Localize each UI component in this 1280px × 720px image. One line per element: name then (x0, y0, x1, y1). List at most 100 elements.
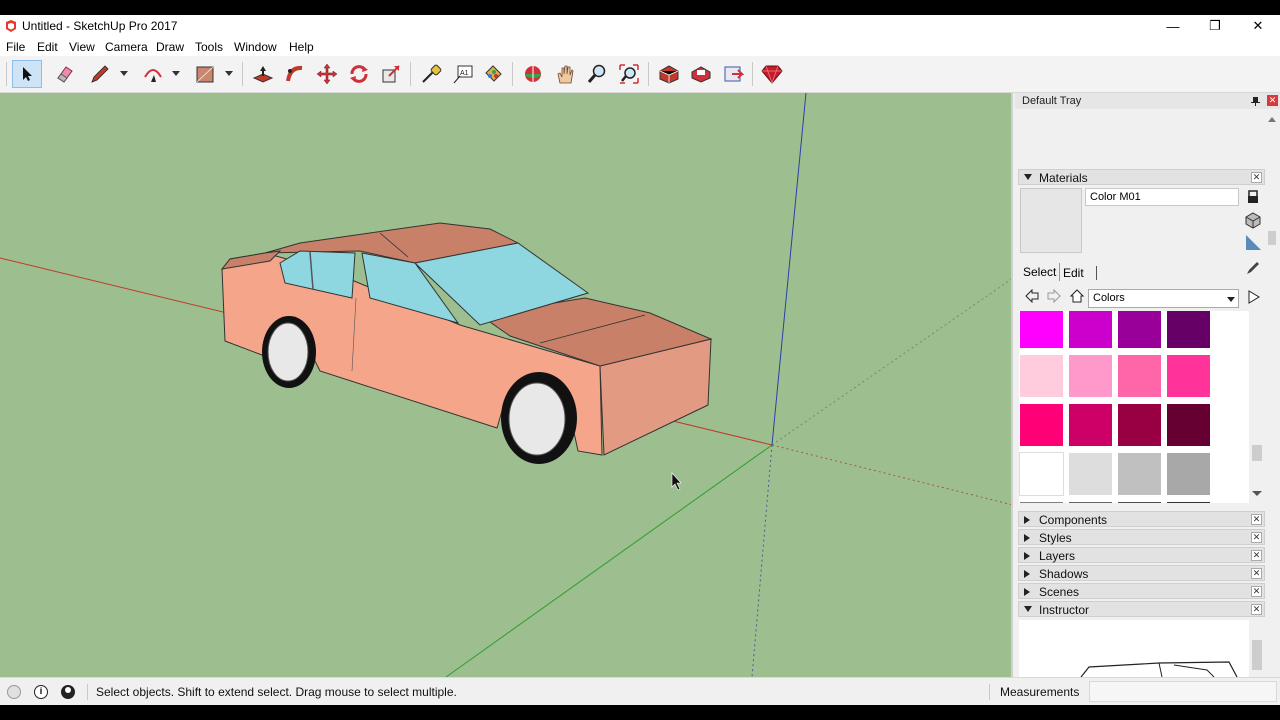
material-swatch[interactable] (1068, 311, 1113, 349)
car-model[interactable] (220, 222, 713, 464)
material-swatch[interactable] (1117, 311, 1162, 349)
material-preview (1020, 188, 1082, 253)
select-tool-button[interactable] (12, 60, 42, 88)
material-swatch[interactable] (1166, 501, 1211, 503)
material-swatch[interactable] (1117, 354, 1162, 398)
material-swatch[interactable] (1166, 452, 1211, 496)
ruby-console-button[interactable] (757, 60, 787, 88)
line-tool-dropdown-icon[interactable] (120, 71, 128, 76)
geo-location-icon[interactable] (7, 685, 21, 699)
materials-panel-header[interactable]: Materials ✕ (1018, 169, 1265, 185)
send-to-layout-button[interactable] (718, 60, 748, 88)
paint-bucket-tool-button[interactable] (478, 60, 508, 88)
scenes-close-icon[interactable]: ✕ (1251, 586, 1262, 597)
menu-edit[interactable]: Edit (37, 40, 58, 54)
material-swatch[interactable] (1117, 452, 1162, 496)
pin-icon[interactable] (1251, 96, 1260, 106)
rotate-tool-button[interactable] (344, 60, 374, 88)
material-swatch[interactable] (1019, 403, 1064, 447)
material-swatch[interactable] (1068, 501, 1113, 503)
tab-select[interactable]: Select (1023, 265, 1056, 279)
material-swatch[interactable] (1117, 501, 1162, 503)
styles-close-icon[interactable]: ✕ (1251, 532, 1262, 543)
swatch-scrollbar[interactable] (1249, 311, 1265, 503)
move-tool-button[interactable] (312, 60, 342, 88)
home-icon[interactable] (1069, 288, 1085, 304)
menu-file[interactable]: File (6, 40, 25, 54)
scenes-panel-header[interactable]: Scenes ✕ (1018, 583, 1265, 599)
orbit-tool-button[interactable] (518, 60, 548, 88)
tape-measure-tool-button[interactable] (416, 60, 446, 88)
layers-close-icon[interactable]: ✕ (1251, 550, 1262, 561)
layers-panel-header[interactable]: Layers ✕ (1018, 547, 1265, 563)
line-tool-button[interactable] (85, 60, 115, 88)
tray-scrollbar[interactable] (1265, 113, 1279, 673)
styles-panel-header[interactable]: Styles ✕ (1018, 529, 1265, 545)
material-swatch[interactable] (1068, 452, 1113, 496)
material-swatch[interactable] (1019, 501, 1064, 503)
zoom-extents-tool-button[interactable] (614, 60, 644, 88)
material-swatch[interactable] (1166, 311, 1211, 349)
components-close-icon[interactable]: ✕ (1251, 514, 1262, 525)
back-arrow-icon[interactable] (1025, 289, 1039, 303)
menu-window[interactable]: Window (234, 40, 277, 54)
3d-warehouse-button[interactable] (654, 60, 684, 88)
menu-help[interactable]: Help (289, 40, 314, 54)
arc-tool-dropdown-icon[interactable] (172, 71, 180, 76)
scroll-up-icon[interactable] (1268, 117, 1276, 122)
material-swatch[interactable] (1068, 403, 1113, 447)
minimize-button[interactable]: — (1159, 17, 1187, 35)
components-panel-header[interactable]: Components ✕ (1018, 511, 1265, 527)
material-swatch[interactable] (1019, 311, 1064, 349)
materials-close-icon[interactable]: ✕ (1251, 172, 1262, 183)
zoom-tool-button[interactable] (582, 60, 612, 88)
scroll-down-icon[interactable] (1252, 491, 1262, 496)
default-material-icon[interactable] (1244, 233, 1262, 251)
default-tray: Default Tray ✕ Materials ✕ Color M01 Sel… (1015, 93, 1280, 677)
scale-tool-button[interactable] (376, 60, 406, 88)
user-account-icon[interactable] (61, 685, 75, 699)
text-tool-button[interactable]: A1 (448, 60, 478, 88)
instructor-close-icon[interactable]: ✕ (1251, 604, 1262, 615)
material-swatch[interactable] (1166, 354, 1211, 398)
pan-tool-button[interactable] (550, 60, 580, 88)
arc-tool-button[interactable] (138, 60, 168, 88)
close-button[interactable]: ✕ (1244, 17, 1272, 35)
rectangle-tool-dropdown-icon[interactable] (225, 71, 233, 76)
library-select[interactable]: Colors (1088, 289, 1239, 308)
tray-header: Default Tray ✕ (1015, 93, 1280, 109)
sample-paint-icon[interactable] (1245, 260, 1261, 276)
follow-me-tool-button[interactable] (280, 60, 310, 88)
scrollbar-thumb[interactable] (1268, 231, 1276, 245)
material-swatch[interactable] (1117, 403, 1162, 447)
measurements-input[interactable] (1089, 681, 1277, 702)
push-pull-tool-button[interactable] (248, 60, 278, 88)
display-secondary-pane-icon[interactable] (1246, 190, 1260, 204)
eraser-tool-button[interactable] (50, 60, 80, 88)
shadows-close-icon[interactable]: ✕ (1251, 568, 1262, 579)
extension-warehouse-button[interactable] (686, 60, 716, 88)
shadows-panel-header[interactable]: Shadows ✕ (1018, 565, 1265, 581)
material-swatch[interactable] (1019, 354, 1064, 398)
material-name-input[interactable]: Color M01 (1085, 188, 1239, 206)
tab-edit[interactable]: Edit (1063, 266, 1084, 280)
restore-button[interactable]: ❐ (1201, 17, 1229, 35)
menu-view[interactable]: View (69, 40, 95, 54)
forward-arrow-icon[interactable] (1047, 289, 1061, 303)
scrollbar-thumb[interactable] (1252, 640, 1262, 670)
instructor-panel-header[interactable]: Instructor ✕ (1018, 601, 1265, 617)
drawing-area[interactable] (0, 93, 1013, 677)
menu-draw[interactable]: Draw (156, 40, 184, 54)
menu-camera[interactable]: Camera (105, 40, 148, 54)
credits-icon[interactable]: i (34, 685, 48, 699)
material-swatch[interactable] (1068, 354, 1113, 398)
menu-tools[interactable]: Tools (195, 40, 223, 54)
instructor-scrollbar[interactable] (1249, 620, 1265, 677)
create-material-icon[interactable] (1244, 211, 1262, 229)
material-swatch[interactable] (1166, 403, 1211, 447)
material-swatch[interactable] (1019, 452, 1064, 496)
details-arrow-icon[interactable] (1246, 289, 1262, 305)
rectangle-tool-button[interactable] (190, 60, 220, 88)
scrollbar-thumb[interactable] (1252, 445, 1262, 461)
tray-close-icon[interactable]: ✕ (1267, 95, 1278, 106)
